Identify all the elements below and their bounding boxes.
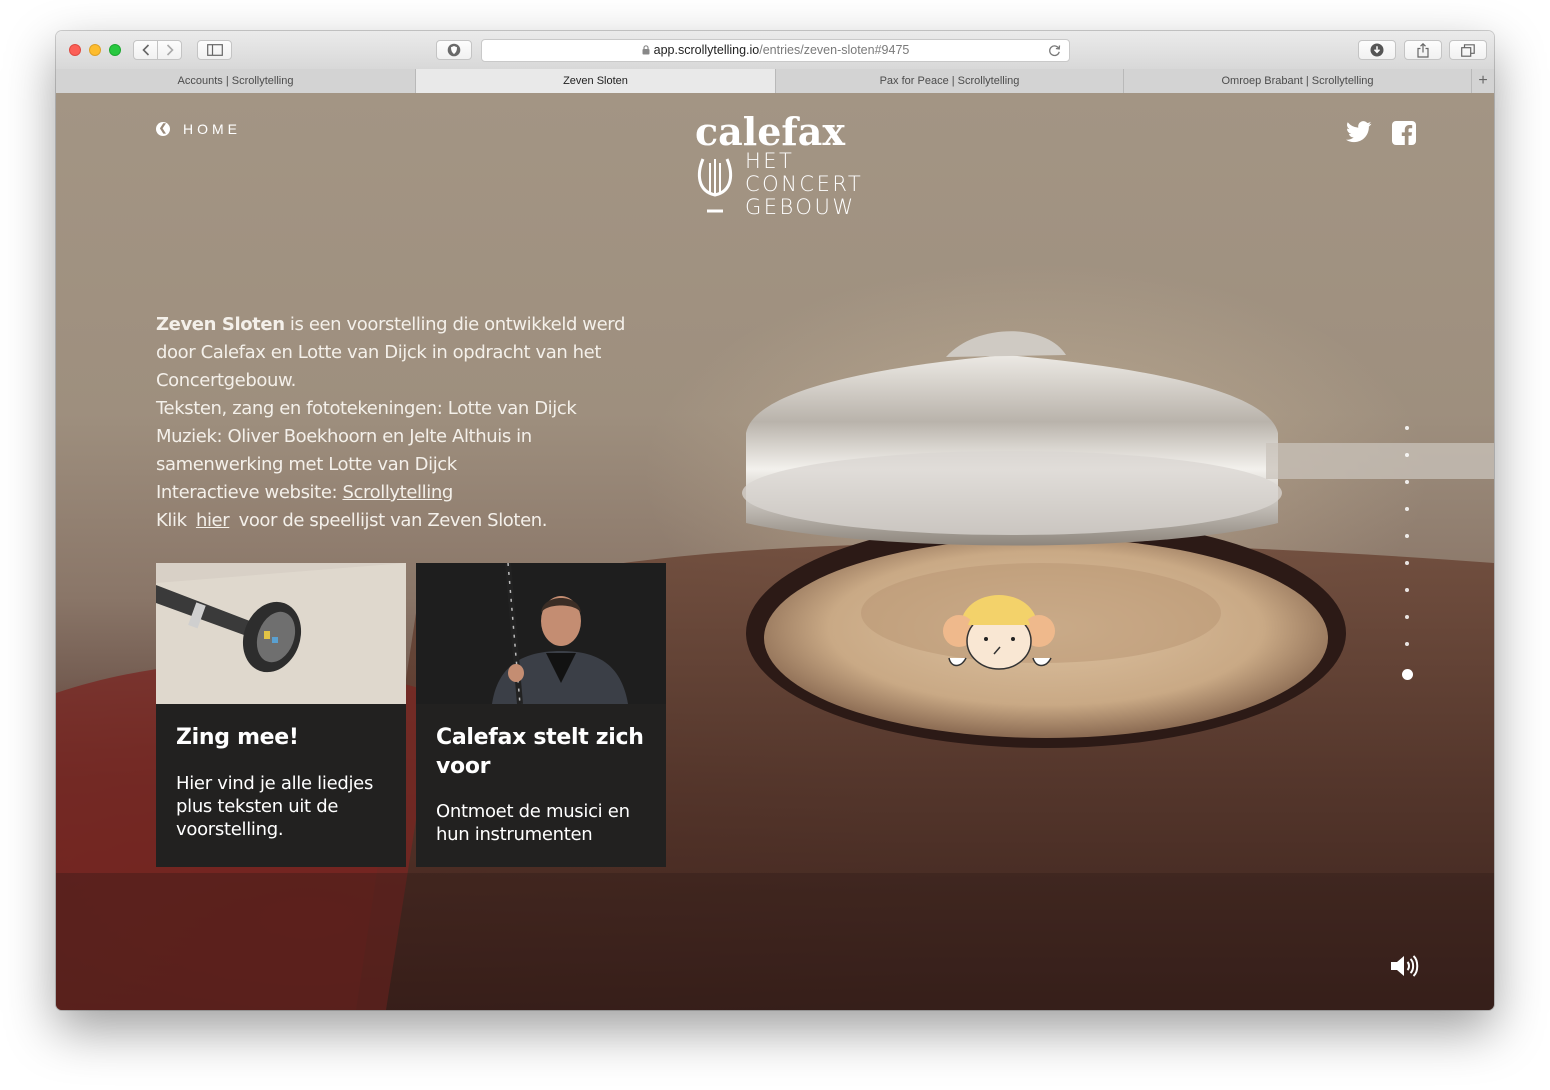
logo-line-2: CONCERT (745, 172, 864, 196)
calefax-concertgebouw-logo[interactable]: calefax HET CONCERT GEBOUW (694, 109, 861, 219)
page-content: ❮ HOME calefax HET CONCERT GEBOUW Zeven … (56, 93, 1494, 1010)
minimize-window-button[interactable] (89, 44, 101, 56)
section-dot[interactable] (1405, 588, 1409, 592)
logo-line-3: GEBOUW (745, 195, 856, 219)
url-host: app.scrollytelling.io (653, 43, 760, 57)
share-button[interactable] (1404, 40, 1442, 60)
card-title: Calefax stelt zich voor (436, 725, 644, 779)
section-dot[interactable] (1405, 426, 1409, 430)
tab-accounts[interactable]: Accounts | Scrollytelling (56, 69, 416, 93)
arrow-left-icon: ❮ (156, 122, 170, 136)
share-icon (1417, 42, 1429, 58)
card-description: Ontmoet de musici en hun instrumenten (436, 801, 630, 845)
intro-website-credit: Interactieve website: Scrollytelling (156, 479, 656, 507)
playlist-prefix: Klik (156, 510, 192, 531)
tab-bar: Accounts | Scrollytelling Zeven Sloten P… (56, 69, 1494, 94)
chevron-right-icon (166, 44, 174, 56)
card-thumbnail-musician (416, 563, 666, 704)
intro-title: Zeven Sloten (156, 314, 285, 335)
card-zing-mee[interactable]: Zing mee! Hier vind je alle liedjes plus… (156, 563, 406, 867)
tab-label: Zeven Sloten (563, 75, 628, 87)
card-calefax-stelt-zich-voor[interactable]: Calefax stelt zich voor Ontmoet de music… (416, 563, 666, 867)
forward-button[interactable] (157, 40, 182, 60)
new-tab-button[interactable]: + (1472, 69, 1494, 93)
zoom-window-button[interactable] (109, 44, 121, 56)
tab-overview-button[interactable] (1449, 40, 1487, 60)
tab-zeven-sloten[interactable]: Zeven Sloten (416, 69, 776, 93)
intro-paragraph-1: Zeven Sloten is een voorstelling die ont… (156, 311, 656, 395)
section-navigation (1401, 426, 1413, 703)
card-description: Hier vind je alle liedjes plus teksten u… (176, 773, 374, 840)
plus-icon: + (1478, 72, 1488, 89)
facebook-icon[interactable] (1392, 121, 1416, 150)
shield-icon (447, 43, 461, 57)
volume-icon (1391, 955, 1419, 977)
playlist-link[interactable]: hier (196, 510, 230, 531)
logo-line-1: HET (745, 149, 795, 173)
home-link[interactable]: ❮ HOME (156, 121, 241, 137)
card-thumbnail-instrument (156, 563, 406, 704)
download-icon (1370, 43, 1384, 57)
browser-window: app.scrollytelling.io/entries/zeven-slot… (56, 31, 1494, 1010)
tab-label: Accounts | Scrollytelling (177, 75, 294, 87)
home-label: HOME (183, 121, 241, 137)
section-dot[interactable] (1405, 453, 1409, 457)
address-bar[interactable]: app.scrollytelling.io/entries/zeven-slot… (481, 39, 1070, 62)
chevron-left-icon (141, 44, 149, 56)
section-dot[interactable] (1405, 615, 1409, 619)
section-dot[interactable] (1405, 480, 1409, 484)
section-dot[interactable] (1405, 642, 1409, 646)
card-title: Zing mee! (176, 725, 299, 750)
tab-label: Omroep Brabant | Scrollytelling (1221, 75, 1374, 87)
intro-text: Zeven Sloten is een voorstelling die ont… (156, 311, 656, 535)
close-window-button[interactable] (69, 44, 81, 56)
section-dot[interactable] (1401, 669, 1413, 680)
back-button[interactable] (133, 40, 158, 60)
logo-brand: calefax (695, 109, 845, 154)
url-path: /entries/zeven-sloten#9475 (759, 43, 910, 57)
intro-playlist-line: Klik hier voor de speellijst van Zeven S… (156, 507, 656, 535)
privacy-report-button[interactable] (436, 40, 472, 60)
browser-toolbar: app.scrollytelling.io/entries/zeven-slot… (56, 31, 1494, 70)
section-dot[interactable] (1405, 534, 1409, 538)
section-dot[interactable] (1405, 561, 1409, 565)
tabs-icon (1461, 43, 1475, 57)
sidebar-toggle-button[interactable] (197, 40, 232, 60)
website-prefix: Interactieve website: (156, 482, 343, 503)
downloads-button[interactable] (1358, 40, 1396, 60)
section-dot[interactable] (1405, 507, 1409, 511)
lock-icon (642, 44, 650, 58)
tab-pax-for-peace[interactable]: Pax for Peace | Scrollytelling (776, 69, 1124, 93)
sidebar-icon (206, 44, 223, 56)
url-text: app.scrollytelling.io/entries/zeven-slot… (482, 43, 1069, 58)
background-photo (56, 331, 1494, 1010)
lyre-icon (697, 158, 733, 213)
reload-icon[interactable] (1048, 44, 1061, 62)
playlist-suffix: voor de speellijst van Zeven Sloten. (233, 510, 548, 531)
tab-label: Pax for Peace | Scrollytelling (879, 75, 1020, 87)
sound-toggle-button[interactable] (1389, 953, 1419, 984)
intro-credits-text: Teksten, zang en fototekeningen: Lotte v… (156, 398, 577, 419)
twitter-icon[interactable] (1346, 121, 1372, 148)
intro-music-credits: Muziek: Oliver Boekhoorn en Jelte Althui… (156, 426, 532, 475)
scrollytelling-link[interactable]: Scrollytelling (342, 482, 453, 503)
tab-omroep-brabant[interactable]: Omroep Brabant | Scrollytelling (1124, 69, 1472, 93)
